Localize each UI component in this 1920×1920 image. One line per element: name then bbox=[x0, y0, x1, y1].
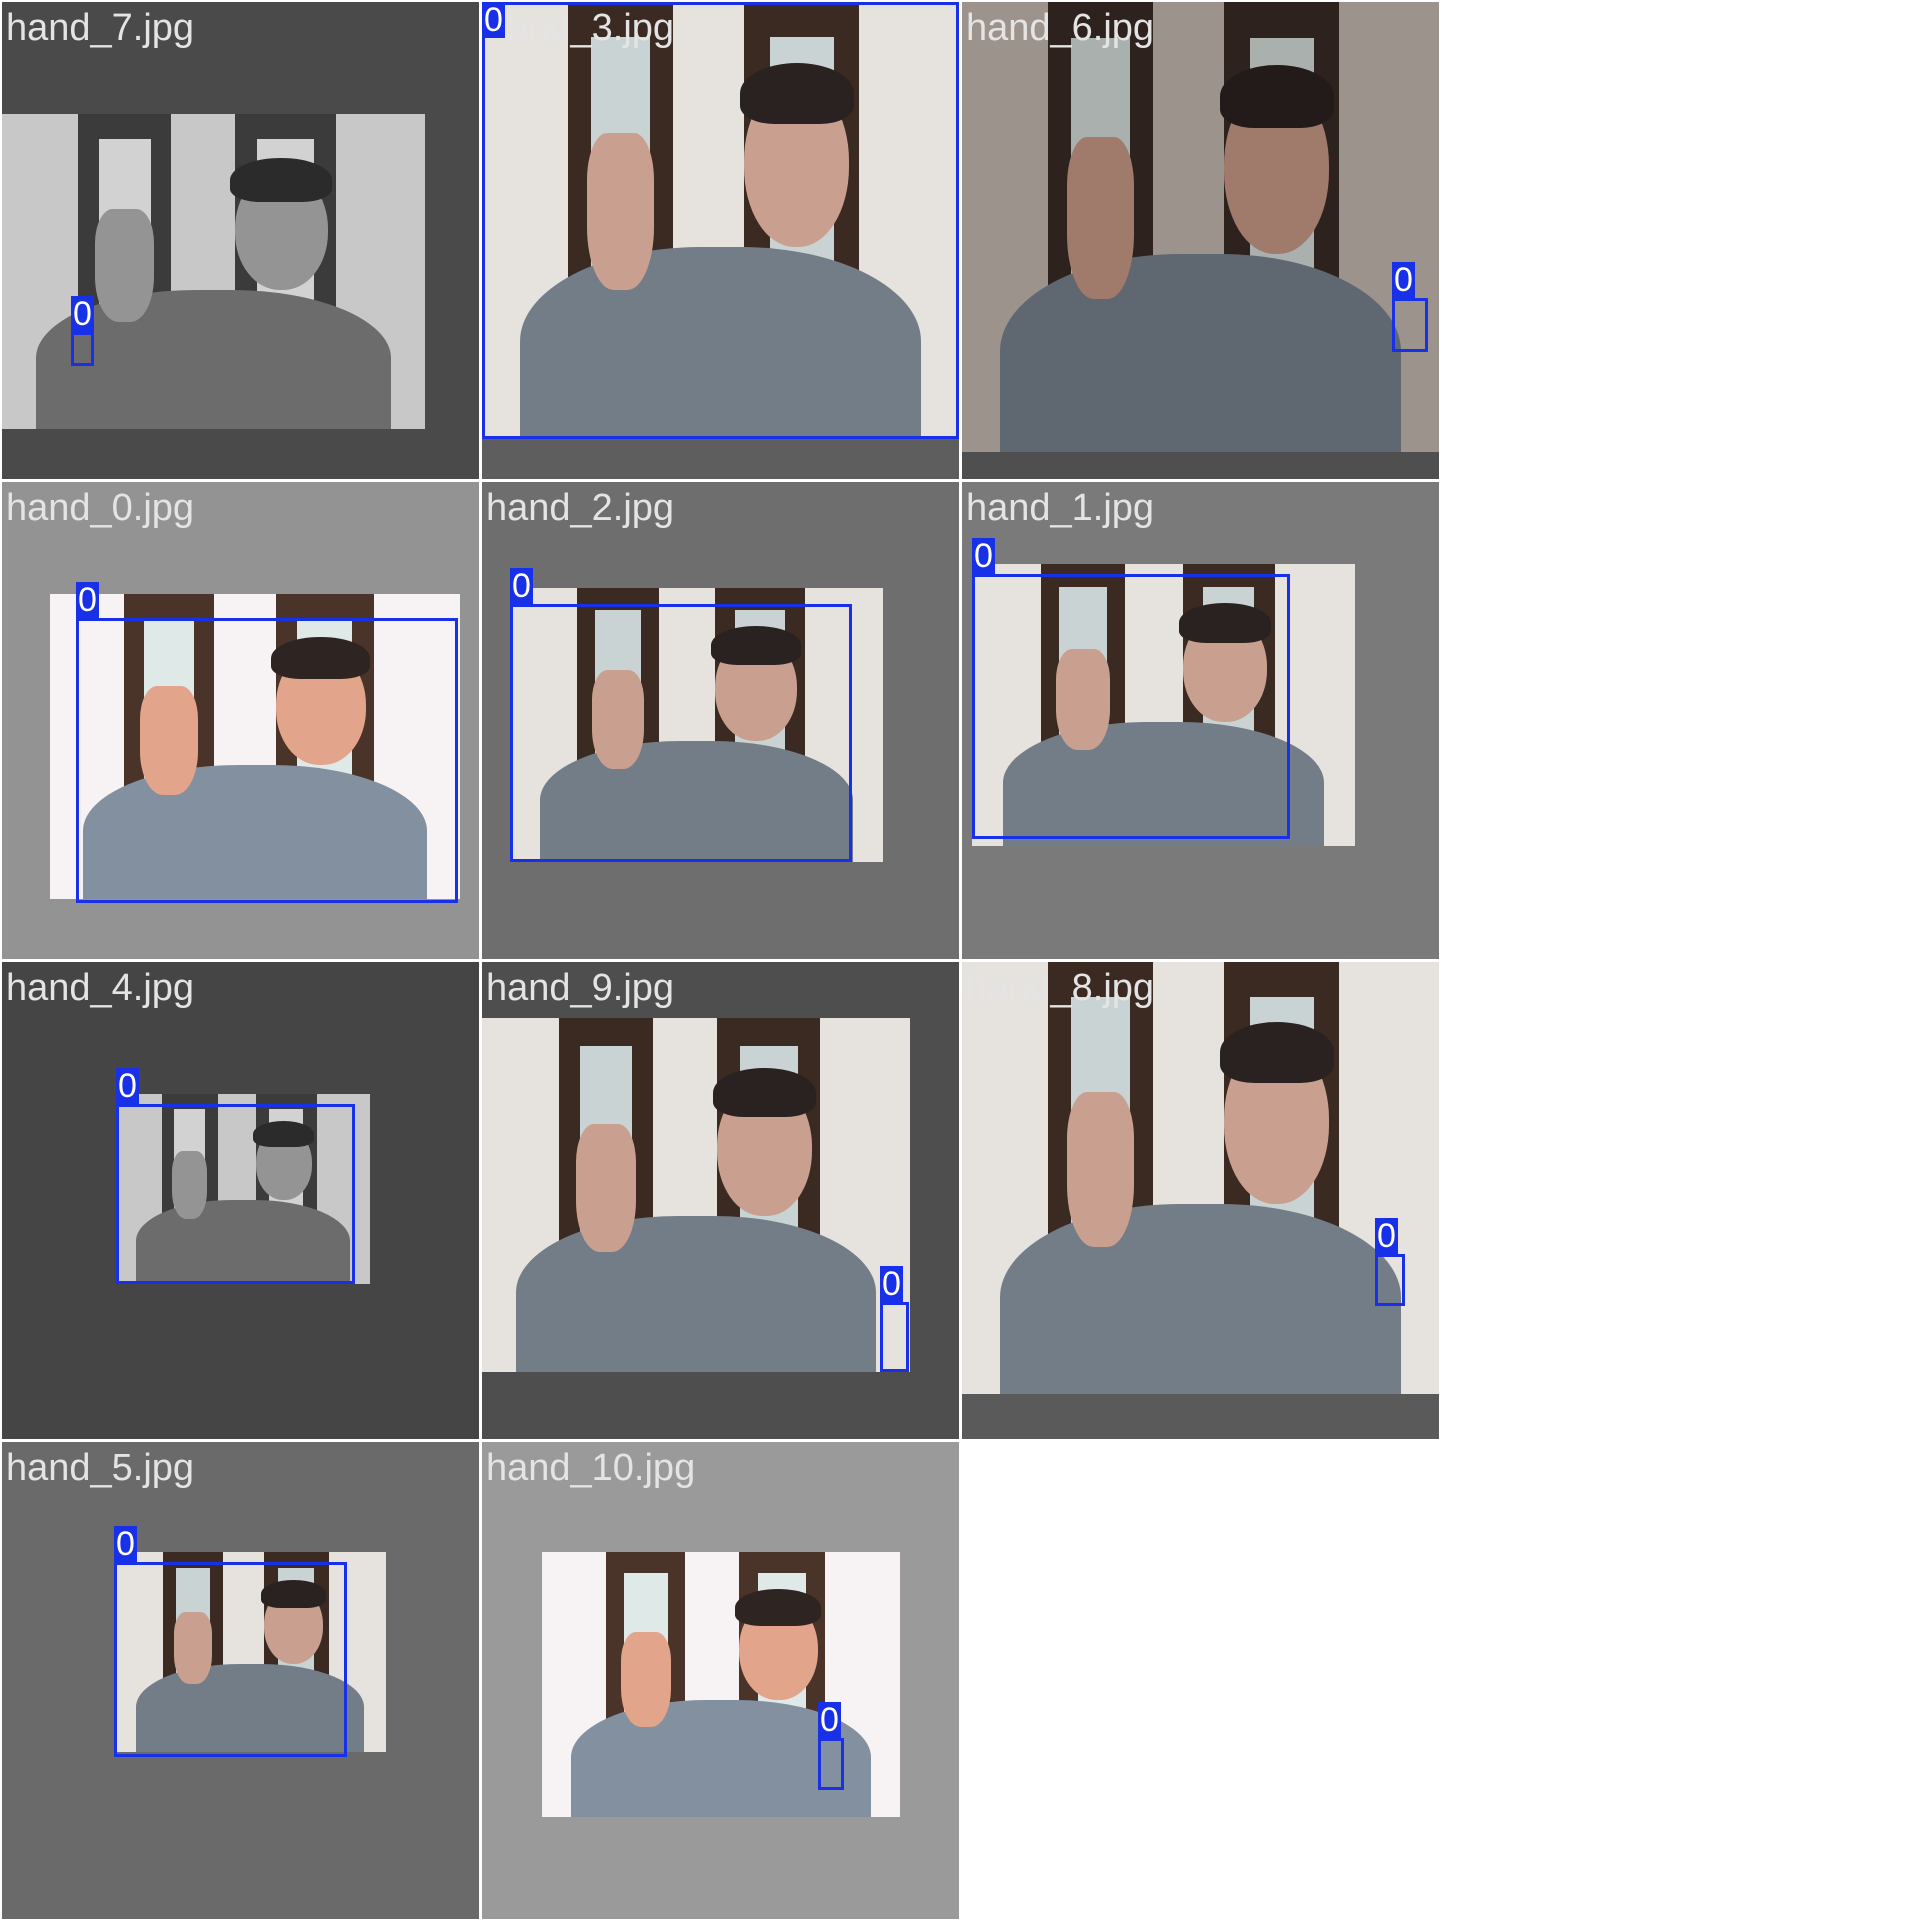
detection-box bbox=[510, 604, 852, 862]
person-hair bbox=[1219, 1022, 1335, 1083]
person-hair bbox=[230, 158, 332, 203]
detection-class-tag: 0 bbox=[1392, 261, 1415, 299]
webcam-photo bbox=[2, 114, 425, 429]
tile-filename-label: hand_6.jpg bbox=[966, 7, 1155, 49]
detection-box bbox=[880, 1302, 909, 1372]
detection-class-tag: 0 bbox=[71, 295, 94, 333]
tile-filename-label: hand_1.jpg bbox=[966, 487, 1155, 529]
detection-box bbox=[1392, 298, 1428, 352]
mosaic-grid: hand_7.jpg 0 hand_3.jpg 0 hand_6.jpg 0 hand_0.… bbox=[0, 0, 1920, 1920]
detection-box bbox=[76, 618, 458, 903]
detection-box bbox=[114, 1562, 347, 1757]
tile-filename-label: hand_7.jpg bbox=[6, 7, 195, 49]
detection-class-tag: 0 bbox=[972, 537, 995, 575]
hand-gesture bbox=[1066, 1091, 1134, 1248]
webcam-photo bbox=[962, 962, 1439, 1394]
webcam-photo bbox=[962, 2, 1439, 452]
person-hair bbox=[713, 1067, 816, 1118]
hand-gesture bbox=[1066, 137, 1134, 299]
detection-box bbox=[818, 1738, 844, 1790]
tile-filename-label: hand_4.jpg bbox=[6, 967, 195, 1009]
person-hoodie bbox=[1000, 254, 1401, 452]
detection-box bbox=[482, 2, 959, 439]
detection-class-tag: 0 bbox=[818, 1701, 841, 1739]
detection-class-tag: 0 bbox=[510, 567, 533, 605]
image-tile: hand_0.jpg 0 bbox=[2, 482, 479, 959]
image-tile: hand_8.jpg 0 bbox=[962, 962, 1439, 1439]
person-hoodie bbox=[516, 1216, 876, 1372]
detection-box bbox=[71, 332, 94, 366]
detection-class-tag: 0 bbox=[116, 1067, 139, 1105]
tile-filename-label: hand_9.jpg bbox=[486, 967, 675, 1009]
detection-box bbox=[1375, 1254, 1405, 1306]
person-hair bbox=[735, 1589, 822, 1627]
webcam-photo bbox=[542, 1552, 900, 1817]
tile-filename-label: hand_10.jpg bbox=[486, 1447, 696, 1489]
image-tile: hand_3.jpg 0 bbox=[482, 2, 959, 479]
tile-filename-label: hand_8.jpg bbox=[966, 967, 1155, 1009]
detection-box bbox=[972, 574, 1290, 839]
image-tile: hand_1.jpg 0 bbox=[962, 482, 1439, 959]
image-tile: hand_6.jpg 0 bbox=[962, 2, 1439, 479]
tile-filename-label: hand_0.jpg bbox=[6, 487, 195, 529]
detection-class-tag: 0 bbox=[114, 1525, 137, 1563]
person-hair bbox=[1219, 65, 1335, 128]
hand-gesture bbox=[95, 208, 155, 322]
hand-gesture bbox=[576, 1124, 637, 1252]
tile-filename-label: hand_5.jpg bbox=[6, 1447, 195, 1489]
hand-gesture bbox=[620, 1631, 671, 1727]
webcam-photo bbox=[482, 1018, 910, 1372]
image-tile: hand_4.jpg 0 bbox=[2, 962, 479, 1439]
tile-filename-label: hand_2.jpg bbox=[486, 487, 675, 529]
image-tile: hand_2.jpg 0 bbox=[482, 482, 959, 959]
detection-class-tag: 0 bbox=[482, 2, 505, 39]
detection-class-tag: 0 bbox=[76, 581, 99, 619]
image-tile: hand_10.jpg 0 bbox=[482, 1442, 959, 1919]
image-tile: hand_7.jpg 0 bbox=[2, 2, 479, 479]
image-tile: hand_9.jpg 0 bbox=[482, 962, 959, 1439]
person-hoodie bbox=[1000, 1203, 1401, 1394]
detection-class-tag: 0 bbox=[1375, 1217, 1398, 1255]
detection-class-tag: 0 bbox=[880, 1265, 903, 1303]
image-tile: hand_5.jpg 0 bbox=[2, 1442, 479, 1919]
detection-box bbox=[116, 1104, 355, 1284]
